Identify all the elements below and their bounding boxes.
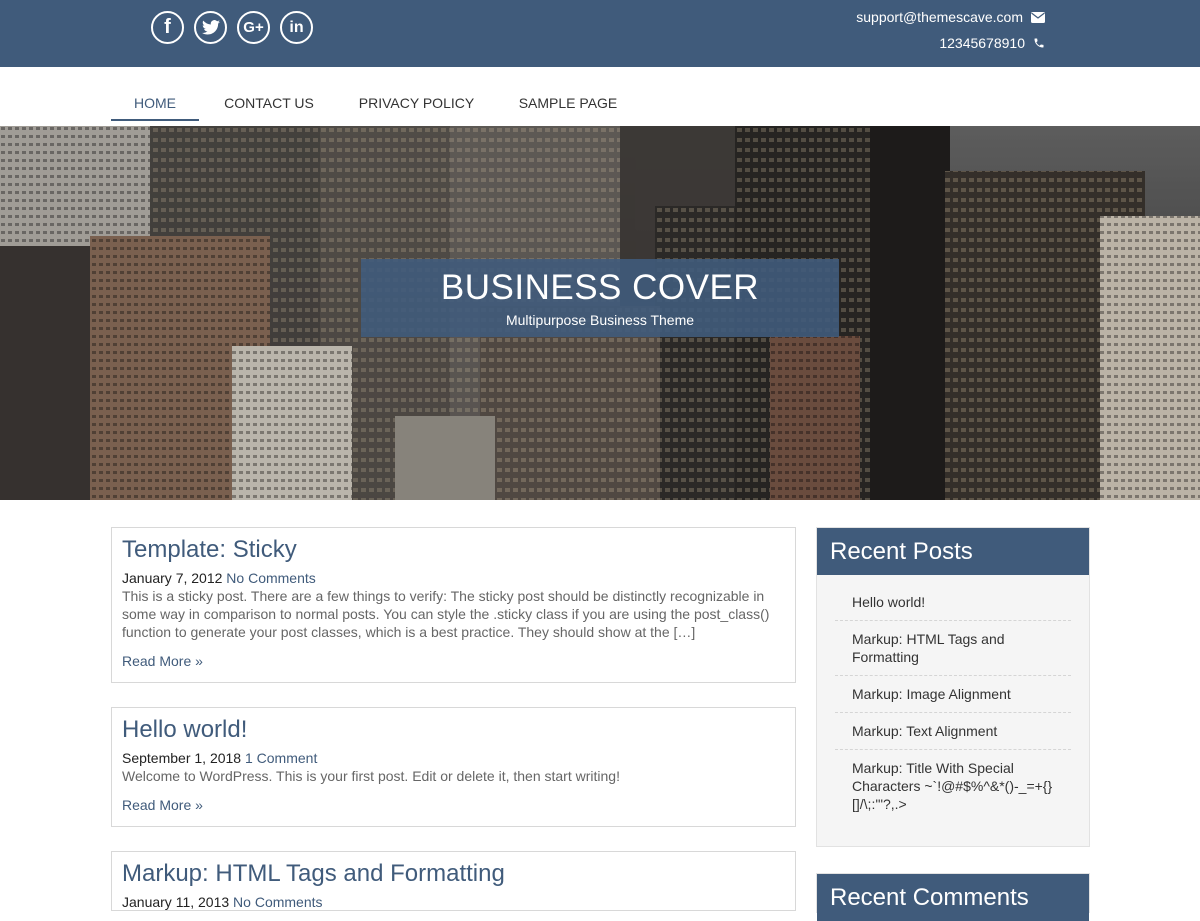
contact-email-row[interactable]: support@themescave.com bbox=[856, 8, 1045, 26]
post-meta: January 11, 2013 No Comments bbox=[122, 893, 785, 911]
envelope-icon bbox=[1031, 11, 1045, 23]
post-card: Template: Sticky January 7, 2012 No Comm… bbox=[111, 527, 796, 683]
widget-title: Recent Comments bbox=[817, 874, 1089, 921]
post-date: January 7, 2012 bbox=[122, 570, 223, 586]
google-plus-icon[interactable]: G+ bbox=[237, 11, 270, 44]
recent-post-link[interactable]: Markup: Text Alignment bbox=[835, 713, 1071, 750]
widget-title: Recent Posts bbox=[817, 528, 1089, 575]
post-card: Hello world! September 1, 2018 1 Comment… bbox=[111, 707, 796, 827]
recent-post-link[interactable]: Markup: HTML Tags and Formatting bbox=[835, 621, 1071, 676]
contact-phone-row[interactable]: 12345678910 bbox=[856, 34, 1045, 52]
nav-home[interactable]: HOME bbox=[111, 86, 199, 121]
recent-post-link[interactable]: Markup: Title With Special Characters ~`… bbox=[835, 750, 1071, 822]
read-more-link[interactable]: Read More » bbox=[122, 653, 203, 669]
post-title[interactable]: Markup: HTML Tags and Formatting bbox=[122, 860, 785, 888]
site-title[interactable]: BUSINESS COVER bbox=[361, 268, 839, 308]
recent-post-link[interactable]: Hello world! bbox=[835, 593, 1071, 621]
phone-icon bbox=[1034, 38, 1044, 48]
post-date: January 11, 2013 bbox=[122, 894, 230, 910]
linkedin-icon[interactable]: in bbox=[280, 11, 313, 44]
contact-info: support@themescave.com 12345678910 bbox=[856, 8, 1045, 60]
post-title[interactable]: Template: Sticky bbox=[122, 536, 785, 564]
recent-post-link[interactable]: Markup: Image Alignment bbox=[835, 676, 1071, 713]
facebook-icon[interactable]: f bbox=[151, 11, 184, 44]
nav-privacy-policy[interactable]: PRIVACY POLICY bbox=[339, 86, 494, 121]
post-comments-link[interactable]: No Comments bbox=[233, 894, 322, 910]
post-excerpt: This is a sticky post. There are a few t… bbox=[122, 588, 770, 640]
post-card: Markup: HTML Tags and Formatting January… bbox=[111, 851, 796, 911]
post-title[interactable]: Hello world! bbox=[122, 716, 785, 744]
main-nav: HOME CONTACT US PRIVACY POLICY SAMPLE PA… bbox=[111, 86, 642, 121]
post-excerpt: Welcome to WordPress. This is your first… bbox=[122, 768, 620, 784]
site-tagline: Multipurpose Business Theme bbox=[505, 312, 695, 328]
recent-posts-widget: Recent Posts Hello world! Markup: HTML T… bbox=[816, 527, 1090, 847]
hero-banner: BUSINESS COVER Multipurpose Business The… bbox=[0, 126, 1200, 500]
social-links: f G+ in bbox=[151, 11, 313, 44]
post-comments-link[interactable]: No Comments bbox=[226, 570, 315, 586]
post-comments-link[interactable]: 1 Comment bbox=[245, 750, 317, 766]
read-more-link[interactable]: Read More » bbox=[122, 797, 203, 813]
hero-title-box: BUSINESS COVER Multipurpose Business The… bbox=[361, 259, 839, 337]
post-meta: September 1, 2018 1 Comment bbox=[122, 749, 785, 767]
post-date: September 1, 2018 bbox=[122, 750, 242, 766]
recent-comments-widget: Recent Comments bbox=[816, 873, 1090, 921]
recent-posts-list: Hello world! Markup: HTML Tags and Forma… bbox=[817, 575, 1089, 830]
twitter-icon[interactable] bbox=[194, 11, 227, 44]
email-text[interactable]: support@themescave.com bbox=[856, 9, 1023, 25]
phone-text[interactable]: 12345678910 bbox=[939, 35, 1025, 51]
nav-contact-us[interactable]: CONTACT US bbox=[199, 86, 339, 121]
post-meta: January 7, 2012 No Comments bbox=[122, 569, 785, 587]
nav-sample-page[interactable]: SAMPLE PAGE bbox=[494, 86, 642, 121]
top-bar: f G+ in support@themescave.com 123456789… bbox=[0, 0, 1200, 67]
